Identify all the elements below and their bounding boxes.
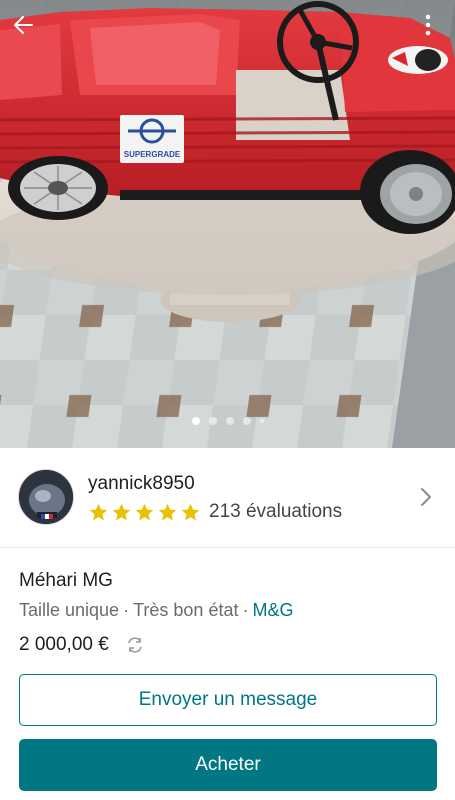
more-vertical-icon [425, 14, 431, 36]
buy-button[interactable]: Acheter [19, 739, 437, 791]
star-icon [181, 503, 200, 520]
carousel-dot[interactable] [191, 417, 200, 425]
star-icon [112, 503, 131, 520]
item-price: 2 000,00 € [19, 634, 109, 655]
item-brand-link[interactable]: M&G [252, 600, 293, 620]
car-badge-text: SUPERGRADE [124, 150, 181, 159]
send-message-button[interactable]: Envoyer un message [19, 674, 437, 726]
rating-stars [88, 502, 201, 523]
back-arrow-icon [14, 16, 33, 34]
item-photo[interactable]: SUPERGRADE [0, 0, 455, 448]
red-mehari-pedal-car-photo: SUPERGRADE [0, 0, 455, 448]
avatar[interactable] [18, 469, 74, 525]
back-button[interactable] [6, 8, 40, 42]
reviews-count: 213 évaluations [209, 501, 343, 522]
carousel-indicator [0, 415, 455, 427]
meta-separator: · [242, 600, 249, 620]
meta-separator: · [123, 600, 130, 620]
carousel-dot[interactable] [225, 417, 234, 425]
price-row: 2 000,00 € [19, 634, 144, 656]
seller-rating: 213 évaluations [88, 501, 342, 523]
more-options-button[interactable] [411, 8, 445, 42]
seller-row[interactable]: yannick8950 213 évaluations [0, 448, 455, 548]
star-icon [135, 503, 154, 520]
seller-avatar-image [19, 470, 73, 524]
seller-username[interactable]: yannick8950 [88, 473, 195, 495]
star-icon [158, 503, 177, 520]
item-title: Méhari MG [19, 570, 113, 591]
carousel-dot[interactable] [208, 417, 217, 425]
item-meta: Taille unique · Très bon état · M&G [19, 600, 293, 621]
carousel-dot[interactable] [259, 419, 264, 423]
chevron-right-icon [421, 488, 431, 506]
item-condition: Très bon état [133, 600, 239, 620]
carousel-dot[interactable] [242, 417, 251, 425]
star-icon [89, 503, 108, 520]
exchange-icon [128, 637, 142, 653]
item-size: Taille unique [19, 600, 120, 620]
